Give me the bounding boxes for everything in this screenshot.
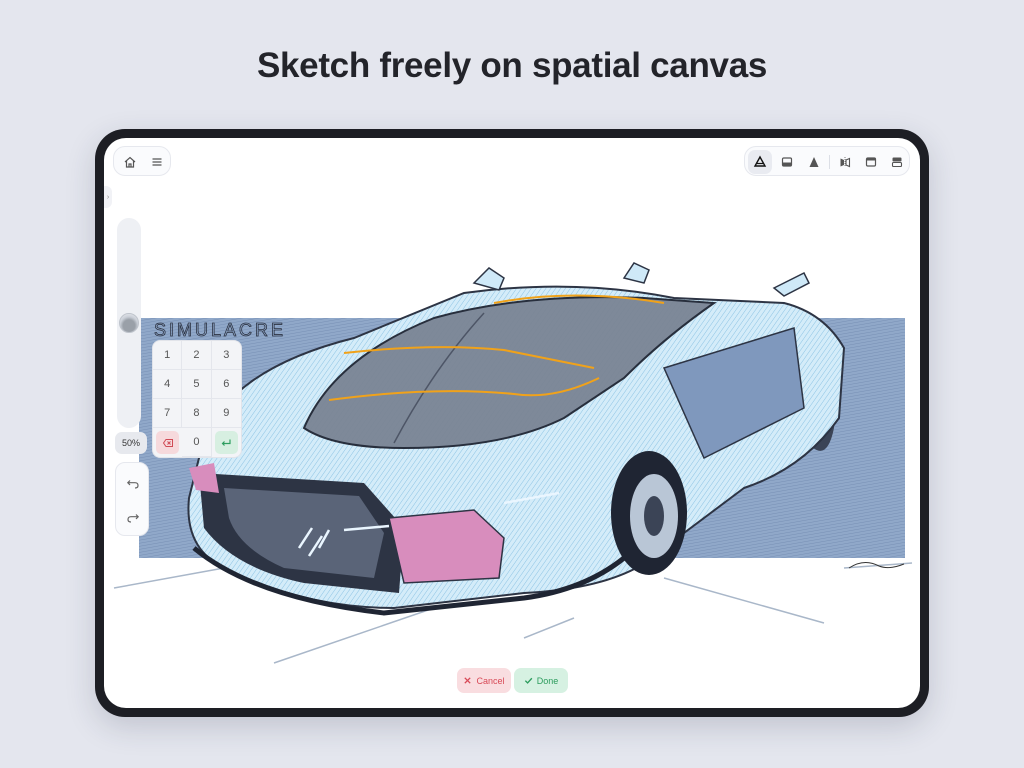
keypad-key[interactable]: 9 <box>211 399 241 428</box>
cancel-button[interactable]: Cancel <box>457 668 511 693</box>
done-button[interactable]: Done <box>514 668 568 693</box>
sidebar-toggle[interactable]: › <box>104 186 112 208</box>
zoom-level[interactable]: 50% <box>115 432 147 454</box>
pen-tool-icon[interactable] <box>802 150 826 174</box>
keypad-key[interactable]: 7 <box>153 399 183 428</box>
perspective-view-icon[interactable] <box>748 150 772 174</box>
cancel-label: Cancel <box>476 675 505 686</box>
menu-icon[interactable] <box>145 150 169 174</box>
keypad-key[interactable]: 6 <box>211 370 241 399</box>
home-icon[interactable] <box>118 150 142 174</box>
slider-knob[interactable] <box>119 313 139 333</box>
keypad-key[interactable]: 5 <box>182 370 212 399</box>
history-controls <box>115 462 149 536</box>
tablet-frame: SIMULACRE › 50% 1 2 3 4 5 6 7 8 9 0 Canc… <box>95 129 929 717</box>
keypad-enter-key[interactable] <box>214 431 238 454</box>
mirror-icon[interactable] <box>833 150 857 174</box>
window-icon[interactable] <box>859 150 883 174</box>
top-right-toolbar <box>744 146 910 176</box>
check-icon <box>524 677 533 684</box>
brush-size-slider[interactable] <box>117 218 141 428</box>
keypad-key[interactable]: 4 <box>153 370 183 399</box>
done-label: Done <box>536 675 559 686</box>
backdrop-text: SIMULACRE <box>154 320 286 340</box>
keypad-delete-key[interactable] <box>156 431 180 454</box>
keypad-key[interactable]: 1 <box>153 341 183 370</box>
enter-icon <box>221 439 231 446</box>
redo-icon[interactable] <box>121 505 145 529</box>
split-view-icon[interactable] <box>885 150 909 174</box>
keypad-key[interactable]: 8 <box>182 399 212 428</box>
numeric-keypad: 1234567890 <box>152 340 242 458</box>
close-icon <box>464 677 472 684</box>
keypad-key[interactable]: 3 <box>211 341 241 370</box>
backspace-icon <box>162 438 173 447</box>
undo-icon[interactable] <box>121 471 145 495</box>
car-sketch <box>187 262 846 616</box>
headline: Sketch freely on spatial canvas <box>256 46 768 85</box>
app-screen: SIMULACRE › 50% 1 2 3 4 5 6 7 8 9 0 Canc… <box>104 138 920 708</box>
top-left-toolbar <box>113 146 171 176</box>
keypad-key[interactable]: 0 <box>182 428 212 457</box>
bottom-panel-icon[interactable] <box>775 150 799 174</box>
keypad-key[interactable]: 2 <box>182 341 212 370</box>
